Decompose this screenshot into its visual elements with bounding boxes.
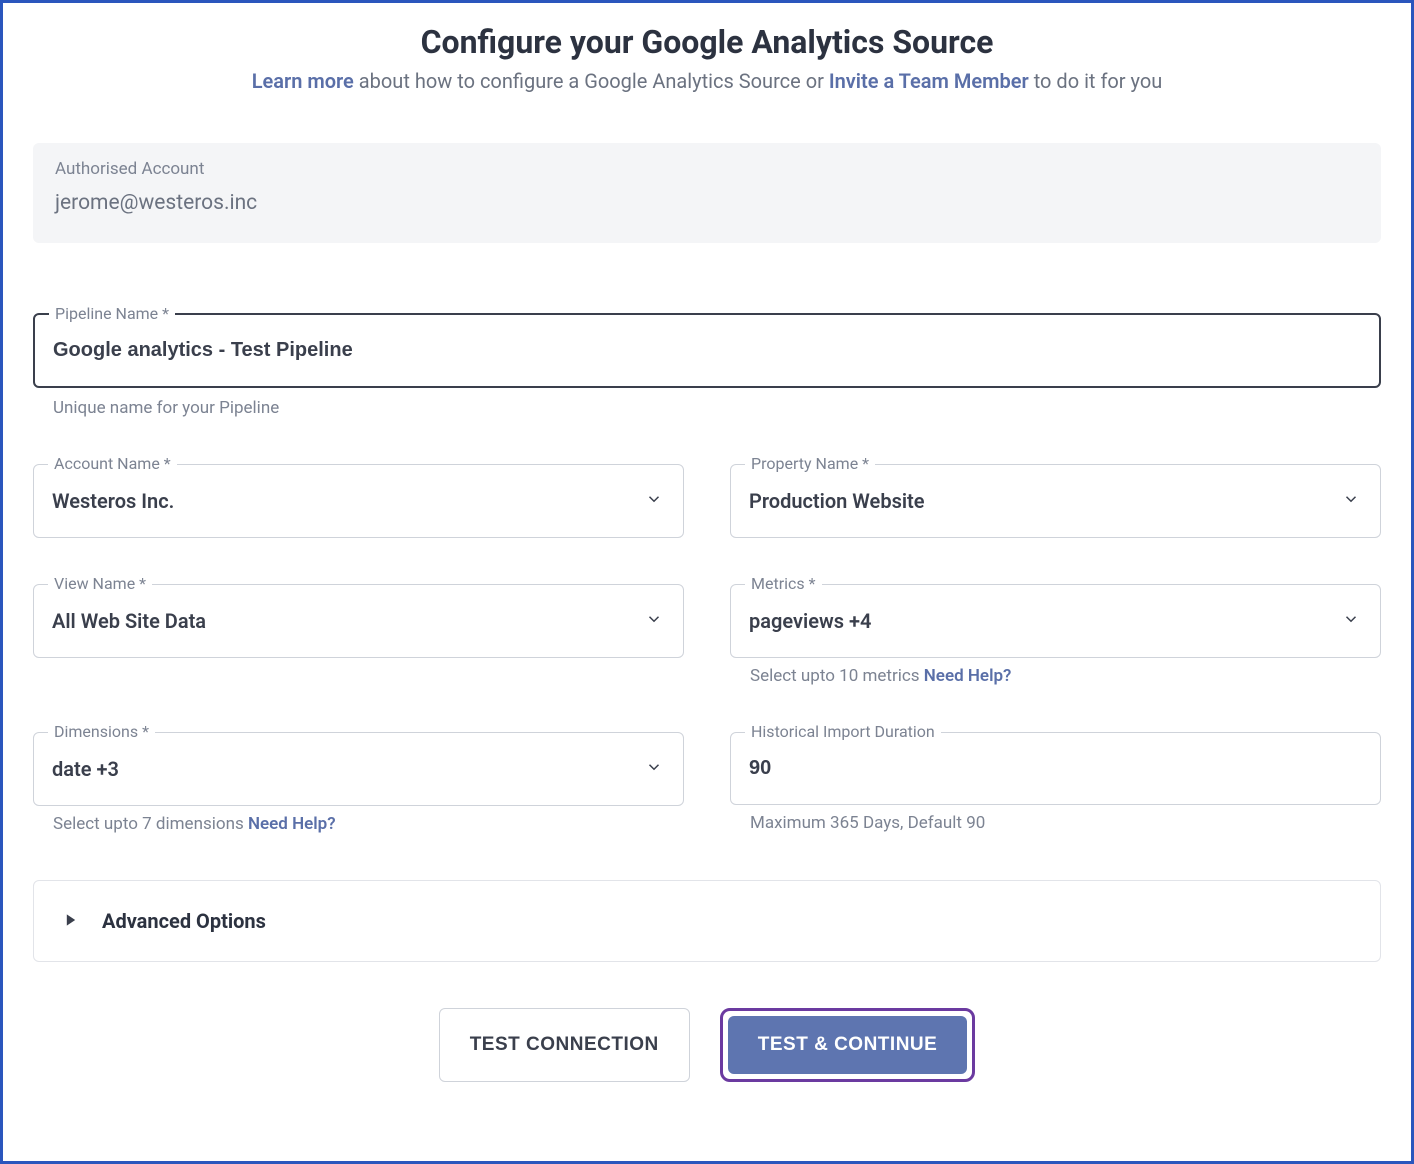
historical-import-input[interactable] xyxy=(731,733,1380,804)
button-row: TEST CONNECTION TEST & CONTINUE xyxy=(33,1008,1381,1082)
authorised-account-value: jerome@westeros.inc xyxy=(55,191,1359,215)
pipeline-name-hint: Unique name for your Pipeline xyxy=(53,398,1381,418)
config-form-container: Configure your Google Analytics Source L… xyxy=(0,0,1414,1164)
authorised-account-label: Authorised Account xyxy=(55,159,1359,179)
account-name-label: Account Name * xyxy=(48,454,177,473)
triangle-right-icon xyxy=(64,912,78,931)
property-name-label: Property Name * xyxy=(745,454,875,473)
test-connection-button[interactable]: TEST CONNECTION xyxy=(439,1008,690,1082)
page-title: Configure your Google Analytics Source xyxy=(33,23,1381,61)
subtitle: Learn more about how to configure a Goog… xyxy=(33,69,1381,93)
view-name-select[interactable]: View Name * All Web Site Data xyxy=(33,584,684,658)
authorised-account-box: Authorised Account jerome@westeros.inc xyxy=(33,143,1381,243)
test-continue-button[interactable]: TEST & CONTINUE xyxy=(728,1016,968,1074)
advanced-options-label: Advanced Options xyxy=(102,909,266,933)
historical-import-hint: Maximum 365 Days, Default 90 xyxy=(750,813,1381,833)
historical-import-label: Historical Import Duration xyxy=(745,722,941,741)
property-name-select[interactable]: Property Name * Production Website xyxy=(730,464,1381,538)
dimensions-help-link[interactable]: Need Help? xyxy=(248,814,336,834)
dimensions-label: Dimensions * xyxy=(48,722,155,741)
dimensions-hint: Select upto 7 dimensions Need Help? xyxy=(53,814,684,834)
account-name-select[interactable]: Account Name * Westeros Inc. xyxy=(33,464,684,538)
pipeline-name-label: Pipeline Name * xyxy=(49,304,175,323)
view-name-value: All Web Site Data xyxy=(34,585,683,657)
dimensions-select[interactable]: Dimensions * date +3 xyxy=(33,732,684,806)
metrics-label: Metrics * xyxy=(745,574,822,593)
pipeline-name-field[interactable]: Pipeline Name * xyxy=(33,313,1381,388)
subtitle-text-mid: about how to configure a Google Analytic… xyxy=(354,69,829,93)
dimensions-value: date +3 xyxy=(34,733,683,805)
invite-team-member-link[interactable]: Invite a Team Member xyxy=(829,69,1029,93)
property-name-value: Production Website xyxy=(731,465,1380,537)
metrics-help-link[interactable]: Need Help? xyxy=(924,666,1012,686)
pipeline-name-input[interactable] xyxy=(35,315,1379,386)
learn-more-link[interactable]: Learn more xyxy=(252,69,354,93)
test-continue-highlight: TEST & CONTINUE xyxy=(720,1008,976,1082)
view-name-label: View Name * xyxy=(48,574,152,593)
dimensions-hint-text: Select upto 7 dimensions xyxy=(53,814,248,834)
advanced-options-toggle[interactable]: Advanced Options xyxy=(33,880,1381,962)
metrics-select[interactable]: Metrics * pageviews +4 xyxy=(730,584,1381,658)
historical-import-field[interactable]: Historical Import Duration xyxy=(730,732,1381,805)
subtitle-text-end: to do it for you xyxy=(1029,69,1163,93)
header: Configure your Google Analytics Source L… xyxy=(33,23,1381,93)
metrics-hint: Select upto 10 metrics Need Help? xyxy=(750,666,1381,686)
account-name-value: Westeros Inc. xyxy=(34,465,683,537)
metrics-value: pageviews +4 xyxy=(731,585,1380,657)
metrics-hint-text: Select upto 10 metrics xyxy=(750,666,924,686)
